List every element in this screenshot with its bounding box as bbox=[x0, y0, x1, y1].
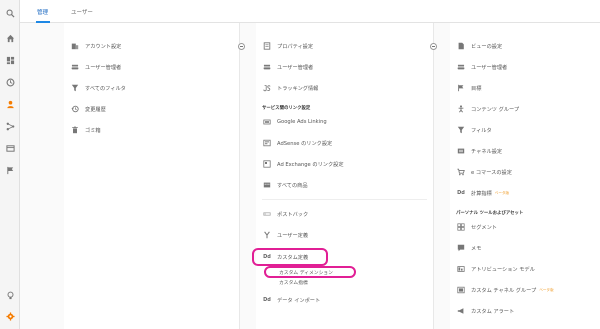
custom-metrics-link[interactable]: カスタム指標 bbox=[279, 279, 308, 286]
audience-person-icon[interactable] bbox=[4, 98, 16, 110]
megaphone-icon bbox=[456, 306, 466, 316]
personal-tools-section-title: パーソナル ツールおよびアセット bbox=[456, 211, 524, 216]
change-history-item[interactable]: 変更履歴 bbox=[70, 102, 233, 116]
tab-admin[interactable]: 管理 bbox=[37, 8, 48, 16]
attribution-icon bbox=[456, 264, 466, 274]
person-walk-icon bbox=[456, 104, 466, 114]
trash-item[interactable]: ゴミ箱 bbox=[70, 123, 233, 137]
users-group-icon bbox=[456, 62, 466, 72]
postback-icon bbox=[262, 209, 272, 219]
ad-exchange-icon bbox=[262, 159, 272, 169]
ecommerce-settings-item[interactable]: e コマースの設定 bbox=[456, 165, 594, 179]
filter-icon bbox=[456, 125, 466, 135]
users-group-icon bbox=[70, 62, 80, 72]
history-icon bbox=[70, 104, 80, 114]
account-settings-item[interactable]: アカウント設定 bbox=[70, 39, 233, 53]
ads-link-icon bbox=[262, 117, 272, 127]
channel-settings-item[interactable]: チャネル設定 bbox=[456, 144, 594, 158]
admin-content: アカウント設定 ユーザー管理者 すべてのフィルタ 変更履歴 ゴミ箱 プロパティ設… bbox=[20, 23, 600, 329]
service-link-section-title: サービス間のリンク設定 bbox=[262, 106, 311, 111]
tab-user[interactable]: ユーザー bbox=[71, 8, 93, 16]
annotations-item[interactable]: メモ bbox=[456, 241, 594, 255]
filter-icon bbox=[70, 83, 80, 93]
segments-icon bbox=[456, 222, 466, 232]
trash-icon bbox=[70, 125, 80, 135]
acquisition-icon[interactable] bbox=[4, 120, 16, 132]
data-import-item[interactable]: Dd データ インポート bbox=[262, 293, 427, 307]
cart-icon bbox=[456, 167, 466, 177]
goal-flag-icon bbox=[456, 83, 466, 93]
realtime-clock-icon[interactable] bbox=[4, 76, 16, 88]
beta-badge: ベータ版 bbox=[494, 190, 510, 195]
google-ads-linking-item[interactable]: Google Ads Linking bbox=[262, 115, 427, 129]
view-settings-item[interactable]: ビューの設定 bbox=[456, 39, 594, 53]
building-icon bbox=[70, 41, 80, 51]
home-icon[interactable] bbox=[4, 32, 16, 44]
dd-icon: Dd bbox=[457, 190, 465, 196]
divider bbox=[262, 199, 427, 200]
dd-icon: Dd bbox=[263, 297, 271, 303]
channel-group-icon bbox=[456, 285, 466, 295]
property-column: プロパティ設定 ユーザー管理者 トラッキング情報 サービス間のリンク設定 Goo… bbox=[256, 23, 434, 329]
admin-tabs-bar: 管理 ユーザー bbox=[20, 0, 600, 23]
collapse-property-button[interactable] bbox=[430, 43, 437, 50]
property-doc-icon bbox=[262, 41, 272, 51]
conversion-flag-icon[interactable] bbox=[4, 164, 16, 176]
account-column: アカウント設定 ユーザー管理者 すべてのフィルタ 変更履歴 ゴミ箱 bbox=[64, 23, 240, 329]
comment-icon bbox=[456, 243, 466, 253]
view-doc-icon bbox=[456, 41, 466, 51]
view-column: ビューの設定 ユーザー管理者 目標 コンテンツ グループ フィルタ チャネル設定… bbox=[450, 23, 600, 329]
products-grid-icon bbox=[262, 180, 272, 190]
calculated-metrics-item[interactable]: Dd 計算指標 ベータ版 bbox=[456, 186, 594, 200]
customization-icon[interactable] bbox=[4, 54, 16, 66]
admin-gear-icon[interactable] bbox=[4, 310, 16, 322]
users-group-icon bbox=[262, 62, 272, 72]
view-filters-item[interactable]: フィルタ bbox=[456, 123, 594, 137]
view-user-management-item[interactable]: ユーザー管理者 bbox=[456, 60, 594, 74]
left-nav-rail bbox=[0, 0, 20, 329]
segments-item[interactable]: セグメント bbox=[456, 220, 594, 234]
adsense-link-item[interactable]: AdSense のリンク設定 bbox=[262, 136, 427, 150]
account-user-management-item[interactable]: ユーザー管理者 bbox=[70, 60, 233, 74]
behavior-icon[interactable] bbox=[4, 142, 16, 154]
highlight-custom-definitions bbox=[252, 248, 328, 266]
all-filters-item[interactable]: すべてのフィルタ bbox=[70, 81, 233, 95]
content-grouping-item[interactable]: コンテンツ グループ bbox=[456, 102, 594, 116]
adsense-icon bbox=[262, 138, 272, 148]
property-user-management-item[interactable]: ユーザー管理者 bbox=[262, 60, 427, 74]
beta-badge: ベータ版 bbox=[539, 287, 554, 292]
custom-alerts-item[interactable]: カスタム アラート bbox=[456, 304, 594, 318]
channel-icon bbox=[456, 146, 466, 156]
postback-item[interactable]: ポストバック bbox=[262, 207, 427, 221]
collapse-account-button[interactable] bbox=[238, 43, 245, 50]
custom-channel-grouping-item[interactable]: カスタム チャネル グループ ベータ版 bbox=[456, 283, 594, 297]
search-icon[interactable] bbox=[4, 7, 16, 19]
goals-item[interactable]: 目標 bbox=[456, 81, 594, 95]
lightbulb-icon[interactable] bbox=[4, 289, 16, 301]
user-definition-item[interactable]: ユーザー定義 bbox=[262, 228, 427, 242]
property-settings-item[interactable]: プロパティ設定 bbox=[262, 39, 427, 53]
fork-icon bbox=[262, 230, 272, 240]
ad-exchange-link-item[interactable]: Ad Exchange のリンク設定 bbox=[262, 157, 427, 171]
attribution-models-item[interactable]: アトリビューション モデル bbox=[456, 262, 594, 276]
highlight-custom-dimensions bbox=[264, 266, 356, 278]
tracking-info-item[interactable]: トラッキング情報 bbox=[262, 81, 427, 95]
all-products-item[interactable]: すべての商品 bbox=[262, 178, 427, 192]
tracking-js-icon bbox=[262, 83, 272, 93]
